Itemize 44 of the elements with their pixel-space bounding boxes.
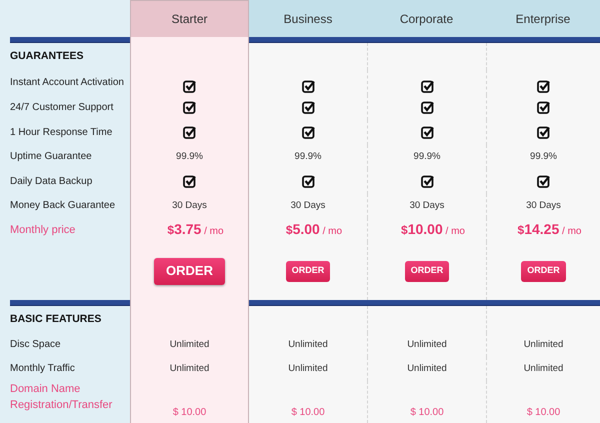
fee-value: $ 10.00 — [172, 406, 206, 420]
order-button[interactable]: ORDER — [286, 260, 330, 282]
feature-value: 99.9% — [176, 150, 203, 164]
fee-value: $ 10.00 — [410, 406, 444, 420]
feature-label: 1 Hour Response Time — [10, 126, 112, 140]
feature-value: 99.9% — [530, 150, 557, 164]
feature-label: Money Back Guarantee — [10, 199, 116, 213]
feature-label: Daily Data Backup — [10, 174, 92, 188]
section-title: BASIC FEATURES — [10, 312, 102, 327]
order-button[interactable]: ORDER — [404, 260, 450, 282]
order-button[interactable]: ORDER — [521, 260, 566, 282]
feature-value: Unlimited — [524, 338, 564, 352]
feature-value: 30 Days — [172, 198, 207, 213]
feature-label: 24/7 Customer Support — [10, 100, 114, 114]
fee-value: $ 10.00 — [291, 406, 325, 420]
plan-header: Business — [249, 0, 367, 37]
feature-label: Monthly Traffic — [10, 362, 75, 376]
feature-label: Uptime Guarantee — [10, 150, 92, 164]
feature-value: 30 Days — [526, 198, 561, 213]
monthly-price: $14.25 / mo — [516, 220, 582, 239]
plan-header: Enterprise — [486, 0, 600, 37]
feature-value: Unlimited — [407, 362, 447, 376]
plan-header: Corporate — [367, 0, 486, 37]
feature-value: Unlimited — [288, 338, 328, 352]
feature-label: Disc Space — [10, 338, 61, 352]
feature-value: 99.9% — [414, 150, 440, 164]
feature-value: Unlimited — [288, 362, 328, 376]
feature-value: 30 Days — [410, 198, 444, 213]
feature-value: Unlimited — [170, 362, 210, 376]
feature-value: Unlimited — [524, 362, 564, 376]
feature-label: Domain Name Registration/Transfer — [10, 382, 114, 413]
fee-value: $ 10.00 — [526, 406, 560, 420]
plan-header: Starter — [130, 0, 249, 37]
feature-value: Unlimited — [170, 338, 210, 352]
order-button[interactable]: ORDER — [154, 258, 225, 284]
feature-value: 99.9% — [294, 150, 322, 164]
feature-value: Unlimited — [407, 338, 447, 352]
monthly-price: $3.75 / mo — [166, 220, 224, 239]
section-title: GUARANTEES — [10, 48, 84, 64]
feature-value: 30 Days — [290, 198, 326, 213]
feature-label: Instant Account Activation — [10, 76, 124, 90]
monthly-price: $5.00 / mo — [284, 220, 342, 239]
feature-label: Monthly price — [10, 223, 76, 238]
monthly-price: $10.00 / mo — [400, 220, 465, 239]
